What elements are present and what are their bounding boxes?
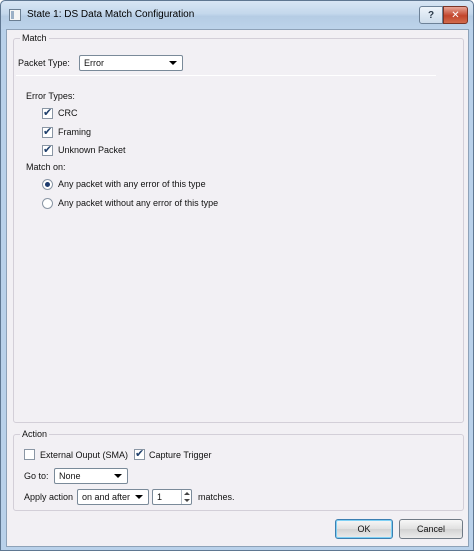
unknown-packet-label: Unknown Packet <box>58 145 126 155</box>
crc-checkbox[interactable]: ✔ <box>42 107 53 119</box>
dialog-body: Match Packet Type: Error Error Types: ✔ … <box>6 29 469 547</box>
packet-type-label: Packet Type: <box>18 58 70 68</box>
chevron-down-icon <box>169 61 177 65</box>
unknown-packet-checkbox[interactable]: ✔ <box>42 144 53 156</box>
check-icon: ✔ <box>43 126 53 138</box>
framing-label: Framing <box>58 127 92 137</box>
match-group-title: Match <box>20 33 49 43</box>
window-icon <box>9 9 21 21</box>
capture-trigger-checkbox[interactable]: ✔ <box>134 448 145 460</box>
ok-button[interactable]: OK <box>335 519 393 539</box>
crc-label: CRC <box>58 108 78 118</box>
packet-type-value: Error <box>84 58 104 68</box>
match-without-error-label: Any packet without any error of this typ… <box>58 198 219 208</box>
external-output-label: External Ouput (SMA) <box>40 450 129 460</box>
match-on-label: Match on: <box>26 162 66 172</box>
match-count-spinner[interactable]: 1 <box>152 489 192 505</box>
chevron-down-icon <box>114 474 122 478</box>
window-title: State 1: DS Data Match Configuration <box>27 9 195 20</box>
error-types-label: Error Types: <box>26 91 75 101</box>
packet-type-select[interactable]: Error <box>79 55 183 71</box>
spin-down-icon[interactable] <box>184 499 190 502</box>
match-with-error-radio[interactable] <box>42 179 53 190</box>
external-output-checkbox[interactable] <box>24 449 35 460</box>
capture-trigger-label: Capture Trigger <box>149 450 212 460</box>
chevron-down-icon <box>135 495 143 499</box>
goto-label: Go to: <box>24 471 49 481</box>
match-group: Match Packet Type: Error Error Types: ✔ … <box>13 33 464 423</box>
check-icon: ✔ <box>43 107 53 119</box>
apply-action-value: on and after <box>82 492 131 502</box>
title-bar[interactable]: State 1: DS Data Match Configuration ? ✕ <box>1 1 473 29</box>
action-group-title: Action <box>20 429 50 439</box>
match-without-error-radio[interactable] <box>42 198 53 209</box>
spin-up-icon[interactable] <box>184 492 190 495</box>
matches-label: matches. <box>198 492 235 502</box>
dialog-window: State 1: DS Data Match Configuration ? ✕… <box>0 0 474 551</box>
match-count-value: 1 <box>157 492 163 502</box>
apply-action-select[interactable]: on and after <box>77 489 149 505</box>
match-separator <box>16 75 436 76</box>
action-group: Action External Ouput (SMA) ✔ Capture Tr… <box>13 429 464 511</box>
goto-value: None <box>59 471 81 481</box>
cancel-button[interactable]: Cancel <box>399 519 463 539</box>
check-icon: ✔ <box>135 448 145 460</box>
match-with-error-label: Any packet with any error of this type <box>58 179 206 189</box>
help-button[interactable]: ? <box>419 6 443 24</box>
goto-select[interactable]: None <box>54 468 128 484</box>
spinner-arrows[interactable] <box>181 490 191 504</box>
check-icon: ✔ <box>43 144 53 156</box>
framing-checkbox[interactable]: ✔ <box>42 126 53 138</box>
close-button[interactable]: ✕ <box>443 6 468 24</box>
apply-action-label: Apply action <box>24 492 74 502</box>
